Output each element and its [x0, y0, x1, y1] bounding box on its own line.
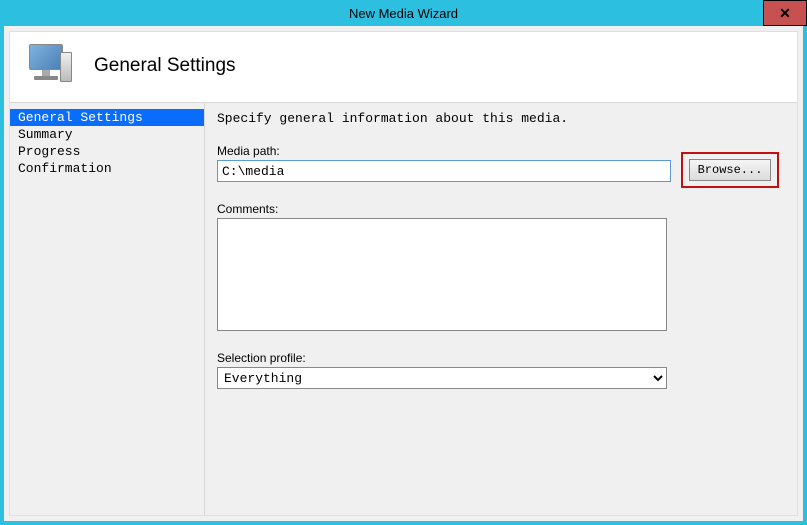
media-path-input[interactable] [217, 160, 671, 182]
content-inner: General Settings General Settings Summar… [9, 31, 798, 516]
instruction-text: Specify general information about this m… [217, 111, 779, 126]
sidebar-item-progress[interactable]: Progress [10, 143, 204, 160]
close-icon: ✕ [779, 5, 791, 22]
sidebar-item-confirmation[interactable]: Confirmation [10, 160, 204, 177]
window-title: New Media Wizard [0, 6, 807, 21]
titlebar: New Media Wizard ✕ [0, 0, 807, 26]
page-title: General Settings [94, 55, 236, 77]
browse-highlight: Browse... [681, 152, 779, 188]
selection-profile-label: Selection profile: [217, 351, 779, 365]
body: General Settings Summary Progress Confir… [10, 102, 797, 515]
sidebar-item-summary[interactable]: Summary [10, 126, 204, 143]
content-outer: General Settings General Settings Summar… [4, 26, 803, 521]
close-button[interactable]: ✕ [763, 0, 807, 26]
sidebar-item-general-settings[interactable]: General Settings [10, 109, 204, 126]
computer-icon [24, 44, 74, 88]
browse-button[interactable]: Browse... [689, 159, 771, 181]
comments-input[interactable] [217, 218, 667, 331]
main-panel: Specify general information about this m… [205, 103, 797, 515]
header: General Settings [10, 32, 797, 102]
sidebar: General Settings Summary Progress Confir… [10, 103, 205, 515]
comments-label: Comments: [217, 202, 779, 216]
selection-profile-select[interactable]: Everything [217, 367, 667, 389]
wizard-window: New Media Wizard ✕ General Settings Gene… [0, 0, 807, 525]
